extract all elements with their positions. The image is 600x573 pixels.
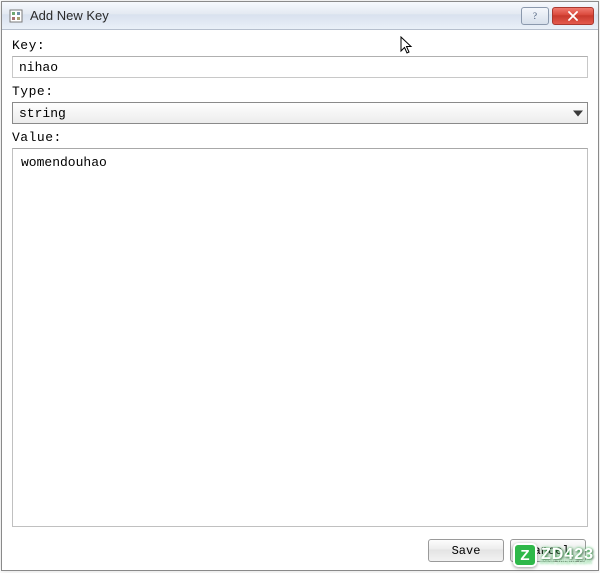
value-textarea[interactable] <box>12 148 588 527</box>
dialog-window: Add New Key ? Key: Type: Value: Save <box>1 1 599 571</box>
help-button[interactable]: ? <box>521 7 549 25</box>
close-button[interactable] <box>552 7 594 25</box>
key-input[interactable] <box>12 56 588 78</box>
app-icon <box>8 8 24 24</box>
window-title: Add New Key <box>30 8 521 23</box>
type-select-wrap <box>12 102 588 124</box>
dialog-button-row: Save Cancel <box>12 535 588 570</box>
type-select[interactable] <box>12 102 588 124</box>
dialog-content: Key: Type: Value: Save Cancel <box>2 30 598 570</box>
window-controls: ? <box>521 7 594 25</box>
key-label: Key: <box>12 38 588 53</box>
save-button[interactable]: Save <box>428 539 504 562</box>
svg-text:?: ? <box>533 11 537 21</box>
value-label: Value: <box>12 130 588 145</box>
cancel-button[interactable]: Cancel <box>510 539 586 562</box>
titlebar: Add New Key ? <box>2 2 598 30</box>
type-label: Type: <box>12 84 588 99</box>
